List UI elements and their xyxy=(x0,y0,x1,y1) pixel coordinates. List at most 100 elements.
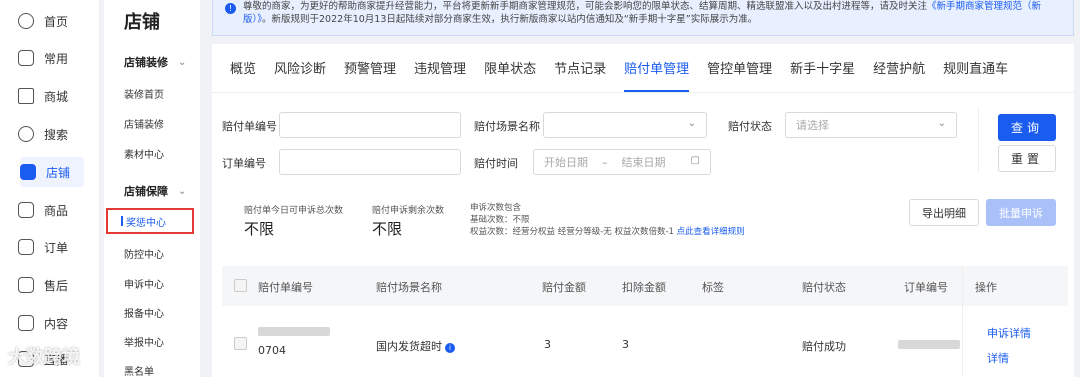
sub-item-blacklist[interactable]: 黑名单 xyxy=(124,363,154,377)
nav-label: 常用 xyxy=(44,51,69,66)
group-decoration[interactable]: 店铺装修 ⌄ xyxy=(124,54,186,70)
scene-text: 国内发货超时 xyxy=(376,340,442,353)
orderid-input[interactable] xyxy=(279,149,461,175)
tab-risk-diagnosis[interactable]: 风险诊断 xyxy=(274,58,326,92)
row-checkbox[interactable] xyxy=(234,337,247,350)
appeal-count-note: 申诉次数包含 基础次数：不限 权益次数：经营分权益 经营分等级-无 权益次数倍数… xyxy=(470,202,745,238)
nav-item-search[interactable]: 搜索 xyxy=(18,119,94,149)
tab-warning[interactable]: 预警管理 xyxy=(344,58,396,92)
product-icon xyxy=(18,202,34,218)
sub-item-prevention-center[interactable]: 防控中心 xyxy=(124,246,164,261)
sub-item-shop-decoration[interactable]: 店铺装修 xyxy=(124,116,164,131)
sub-item-material-center[interactable]: 素材中心 xyxy=(124,146,164,161)
start-date: 开始日期 xyxy=(544,156,588,169)
tab-compensation[interactable]: 赔付单管理 xyxy=(624,58,690,92)
col-scene: 赔付场景名称 xyxy=(376,281,442,294)
table-header: 赔付单编号 赔付场景名称 赔付金额 扣除金额 标签 赔付状态 订单编号 xyxy=(222,266,1068,306)
tab-violation[interactable]: 违规管理 xyxy=(414,58,466,92)
order-no-input[interactable] xyxy=(279,112,461,138)
col-orderid: 订单编号 xyxy=(904,281,948,294)
primary-nav: 首页 常用 商城 搜索 店铺 商品 订单 售后 内容 直播 xyxy=(0,0,100,377)
sub-item-complaint-center[interactable]: 举报中心 xyxy=(124,334,164,349)
op-header: 操作 xyxy=(963,266,1068,306)
content-icon xyxy=(18,315,34,331)
sub-item-report-center[interactable]: 报备中心 xyxy=(124,305,164,320)
batch-appeal-button[interactable]: 批量申诉 xyxy=(986,199,1056,226)
tab-order-limit[interactable]: 限单状态 xyxy=(484,58,536,92)
query-button[interactable]: 查询 xyxy=(998,114,1056,141)
date-range-picker[interactable]: 开始日期 – 结束日期 ▢ xyxy=(533,149,711,175)
rules-link[interactable]: 点此查看详细规则 xyxy=(677,227,745,237)
calendar-icon: ▢ xyxy=(690,155,700,166)
col-amount: 赔付金额 xyxy=(542,281,586,294)
filter-label-orderid: 订单编号 xyxy=(222,157,266,170)
filter-label-order-no: 赔付单编号 xyxy=(222,120,277,133)
stat-label-remaining: 赔付申诉剩余次数 xyxy=(372,206,445,216)
filter-label-scene: 赔付场景名称 xyxy=(474,120,540,133)
detail-link[interactable]: 详情 xyxy=(987,350,1009,366)
nav-item-mall[interactable]: 商城 xyxy=(18,81,94,111)
tab-rules[interactable]: 规则直通车 xyxy=(943,58,1008,92)
secondary-nav: 店铺 店铺装修 ⌄ 装修首页 店铺装修 素材中心 店铺保障 ⌄ 奖惩中心 防控中心 … xyxy=(104,0,200,377)
stat-value-remaining: 不限 xyxy=(372,220,403,238)
tab-control[interactable]: 管控单管理 xyxy=(707,58,772,92)
nav-label: 店铺 xyxy=(46,165,71,180)
order-icon xyxy=(18,239,34,255)
notice-banner: ! 尊敬的商家，为更好的帮助商家提升经营能力，平台将更新新手期商家管理规范，可能… xyxy=(212,0,1074,36)
sub-item-appeal-center[interactable]: 申诉中心 xyxy=(124,276,164,291)
col-tag: 标签 xyxy=(702,281,724,294)
nav-item-content[interactable]: 内容 xyxy=(18,308,94,338)
export-button[interactable]: 导出明细 xyxy=(909,199,979,226)
search-icon xyxy=(18,126,34,142)
tab-bar: 概览 风险诊断 预警管理 违规管理 限单状态 节点记录 赔付单管理 管控单管理 … xyxy=(230,58,1026,92)
cell-status: 赔付成功 xyxy=(802,340,846,353)
nav-item-home[interactable]: 首页 xyxy=(18,6,94,36)
group-protection[interactable]: 店铺保障 ⌄ xyxy=(124,183,186,199)
nav-label: 商品 xyxy=(44,203,69,218)
aftersale-icon xyxy=(18,277,34,293)
order-no-suffix: 0704 xyxy=(258,344,286,357)
group-label: 店铺装修 xyxy=(124,56,168,69)
reset-button[interactable]: 重置 xyxy=(998,145,1056,172)
sub-item-decoration-home[interactable]: 装修首页 xyxy=(124,86,164,101)
nav-label: 搜索 xyxy=(44,127,69,142)
tab-newbie-star[interactable]: 新手十字星 xyxy=(790,58,855,92)
select-all-checkbox[interactable] xyxy=(234,279,247,292)
col-operation: 操作 xyxy=(975,281,997,294)
info-icon[interactable]: i xyxy=(445,343,455,353)
tab-divider xyxy=(212,92,1074,93)
nav-label: 商城 xyxy=(44,89,69,104)
redacted-orderid xyxy=(898,340,960,349)
status-select[interactable]: 请选择 ⌄ xyxy=(785,112,957,138)
appeal-detail-link[interactable]: 申诉详情 xyxy=(987,325,1031,341)
note-line-2: 权益次数：经营分权益 经营分等级-无 权益次数倍数-1 xyxy=(470,227,674,237)
tab-node-record[interactable]: 节点记录 xyxy=(554,58,606,92)
nav-item-shop[interactable]: 店铺 xyxy=(20,157,84,187)
scene-select[interactable]: ⌄ xyxy=(543,112,707,138)
sub-item-reward-center[interactable]: 奖惩中心 xyxy=(106,208,194,234)
filter-label-status: 赔付状态 xyxy=(728,120,772,133)
main-panel: 概览 风险诊断 预警管理 违规管理 限单状态 节点记录 赔付单管理 管控单管理 … xyxy=(212,44,1074,377)
cell-deduct: 3 xyxy=(622,338,629,351)
nav-label: 内容 xyxy=(44,316,69,331)
nav-item-aftersale[interactable]: 售后 xyxy=(18,270,94,300)
cell-amount: 3 xyxy=(544,338,551,351)
nav-item-common[interactable]: 常用 xyxy=(18,43,94,73)
nav-item-order[interactable]: 订单 xyxy=(18,232,94,262)
stat-value-total: 不限 xyxy=(244,220,275,238)
stat-label-total: 赔付单今日可申诉总次数 xyxy=(244,206,344,216)
chevron-down-icon: ⌄ xyxy=(687,118,696,129)
notice-text-tail: 。新版规则于2022年10月13日起陆续对部分商家生效，执行新版商家以站内信通知… xyxy=(262,14,758,25)
tab-overview[interactable]: 概览 xyxy=(230,58,256,92)
home-icon xyxy=(18,13,34,29)
redacted-order-no xyxy=(258,327,330,336)
watermark-logo: 大数跨境 xyxy=(8,347,80,368)
note-line-1: 基础次数：不限 xyxy=(470,215,530,225)
notice-text: 尊敬的商家，为更好的帮助商家提升经营能力，平台将更新新手期商家管理规范，可能会影… xyxy=(243,1,928,12)
operation-column: 操作 申诉详情 详情 xyxy=(962,266,1068,377)
chevron-down-icon: ⌄ xyxy=(178,56,187,68)
tab-escort[interactable]: 经营护航 xyxy=(873,58,925,92)
nav-item-product[interactable]: 商品 xyxy=(18,195,94,225)
col-status: 赔付状态 xyxy=(802,281,846,294)
section-title: 店铺 xyxy=(124,12,160,33)
